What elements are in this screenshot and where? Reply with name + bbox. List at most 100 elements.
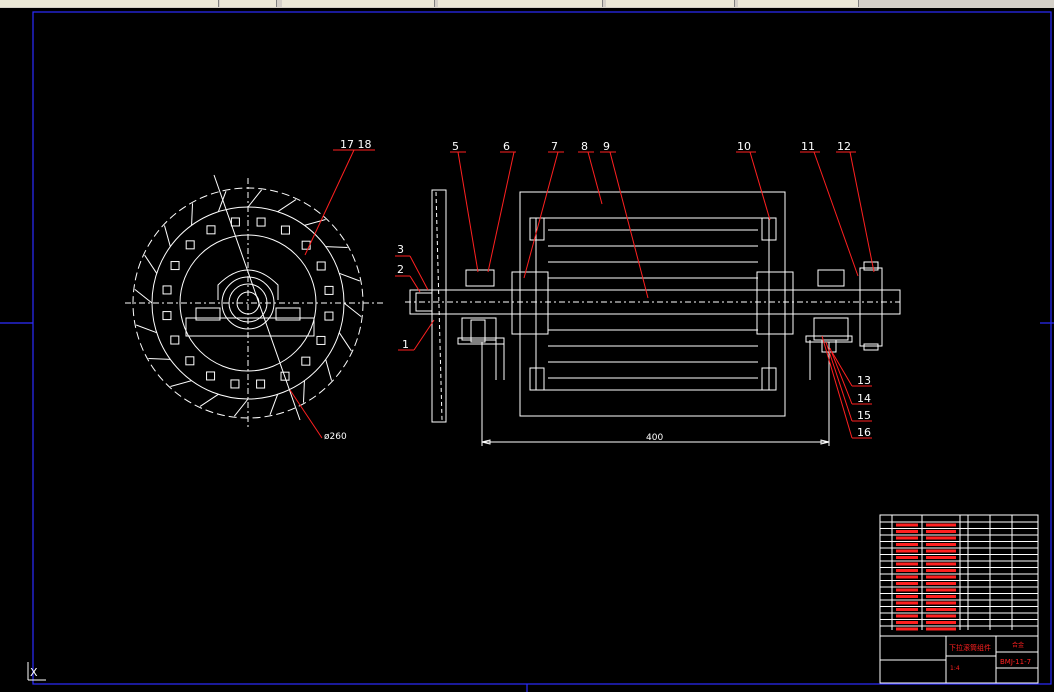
wheel-tooth [135, 324, 157, 334]
wheel-tooth [325, 359, 333, 381]
title-block-entry [896, 562, 918, 566]
wheel-tooth [170, 380, 192, 388]
title-block-entry [896, 549, 918, 553]
tooth-bolt [206, 371, 216, 381]
callout-13: 13 [857, 374, 871, 387]
title-block-entry [926, 556, 956, 559]
title-block-entry [896, 530, 918, 533]
end-view [125, 174, 385, 430]
title-block-entry [926, 595, 956, 598]
wheel-tooth [343, 302, 362, 318]
tooth-bolt [162, 311, 172, 321]
tooth-bolt [256, 379, 266, 389]
scale: 1:4 [950, 665, 960, 672]
title-block-entry [896, 614, 918, 618]
wheel-tooth [325, 246, 348, 249]
callout-8: 8 [581, 140, 588, 153]
callout-10: 10 [737, 140, 751, 153]
wheel-tooth [247, 189, 263, 208]
tooth-bolt [324, 311, 334, 321]
title-block-entry [926, 543, 956, 546]
title-block-entry [896, 523, 918, 527]
wheel-tooth [304, 218, 326, 226]
tooth-bolt [256, 217, 266, 227]
title-block-entry [926, 536, 956, 540]
tooth-bolt [185, 240, 195, 250]
callout-16: 16 [857, 426, 871, 439]
title-block-entry [896, 582, 918, 585]
tooth-bolt [230, 217, 240, 227]
tooth-bolt [230, 379, 240, 389]
callout-17-18: 17 18 [304, 138, 375, 256]
title-block-entry [896, 595, 918, 598]
title-block-entry [896, 536, 918, 540]
title-block-entry [926, 575, 956, 579]
wheel-tooth [338, 332, 352, 352]
length-dim-label: 400 [646, 433, 663, 443]
callout-15: 15 [857, 409, 871, 422]
drawing-title: 下拉滚筒组件 [949, 643, 991, 652]
title-block-entry [926, 523, 956, 527]
wheel-tooth [269, 394, 279, 416]
title-block-entry [896, 627, 918, 631]
tooth-bolt [162, 285, 172, 295]
wheel-tooth [277, 199, 297, 213]
tooth-bolt [170, 335, 180, 345]
callout-12: 12 [837, 140, 851, 153]
wheel-tooth [302, 380, 305, 403]
callout-11: 11 [801, 140, 815, 153]
title-block-entry [926, 569, 956, 572]
title-block-entry [926, 549, 956, 553]
length-dimension: 400 [481, 342, 830, 446]
title-block-entry [926, 608, 956, 611]
tooth-bolt [324, 285, 334, 295]
title-block-entry [926, 530, 956, 533]
callout-1: 1 [402, 338, 409, 351]
wheel-tooth [144, 254, 158, 274]
title-block-entry [926, 621, 956, 624]
title-block: 下拉滚筒组件 BMJ-11-7 合金 1:4 [879, 514, 1039, 684]
section-view [405, 189, 901, 423]
title-block-entry [926, 562, 956, 566]
title-block-entry [926, 627, 956, 631]
callout-14: 14 [857, 392, 871, 405]
callout-5: 5 [452, 140, 459, 153]
title-block-entry [896, 569, 918, 572]
wheel-tooth [217, 190, 227, 212]
wheel-tooth [163, 225, 171, 247]
title-block-entry [926, 614, 956, 618]
wheel-tooth [191, 203, 194, 226]
title-block-entry [896, 575, 918, 579]
tooth-bolt [280, 225, 290, 235]
title-block-entry [896, 543, 918, 546]
title-block-entry [896, 556, 918, 559]
title-block-entry [926, 582, 956, 585]
title-block-entry [926, 588, 956, 592]
callout-9: 9 [603, 140, 610, 153]
wheel-tooth [339, 272, 361, 282]
wheel-tooth [134, 288, 153, 304]
title-block-entry [896, 621, 918, 624]
wheel-tooth [199, 393, 219, 407]
diameter-label: ø260 [324, 432, 347, 442]
title-block-entry [896, 588, 918, 592]
ucs-icon: X [27, 662, 46, 681]
tooth-bolt [170, 261, 180, 271]
callout-label: 17 18 [340, 138, 372, 151]
callout-2: 2 [397, 263, 404, 276]
callout-7: 7 [551, 140, 558, 153]
tooth-bolt [316, 261, 326, 271]
title-block-entry [896, 601, 918, 605]
drawing-canvas[interactable]: 17 18 ø260 400 1 2 3 5 6 7 8 9 10 11 12 … [0, 0, 1054, 692]
callout-3: 3 [397, 243, 404, 256]
svg-text:X: X [30, 666, 38, 679]
tooth-bolt [316, 335, 326, 345]
wheel-tooth [233, 398, 249, 417]
title-block-entry [926, 601, 956, 605]
material-note: 合金 [1012, 641, 1024, 649]
callout-6: 6 [503, 140, 510, 153]
title-block-entry [896, 608, 918, 611]
tooth-bolt [301, 240, 311, 250]
drawing-code: BMJ-11-7 [1000, 658, 1031, 666]
tooth-bolt [185, 356, 195, 366]
